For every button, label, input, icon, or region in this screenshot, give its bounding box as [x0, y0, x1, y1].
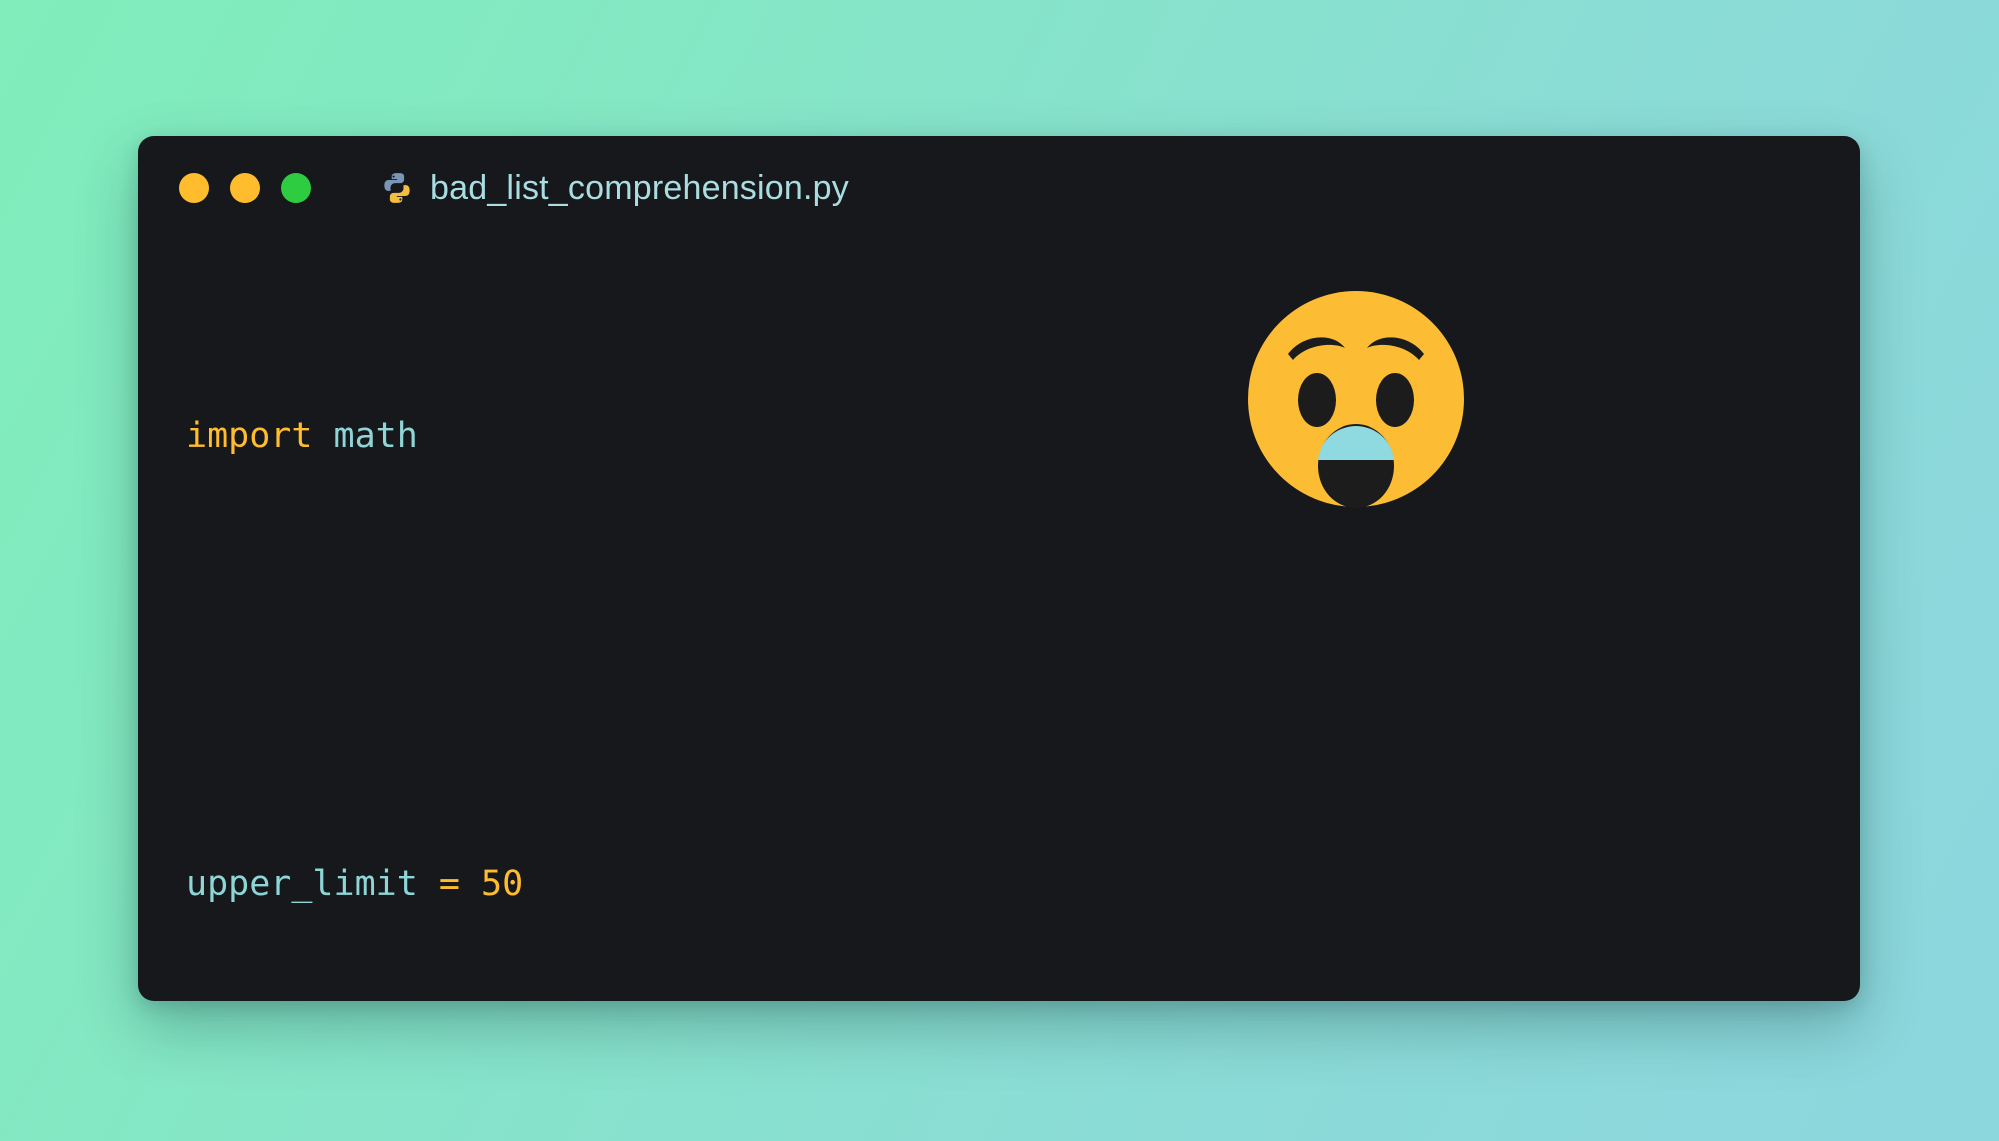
- code-line-blank-1: [138, 632, 1860, 688]
- window-title-group: bad_list_comprehension.py: [380, 169, 849, 208]
- token-import-keyword: import: [186, 416, 313, 456]
- token-upper-limit-name: upper_limit: [186, 864, 418, 904]
- minimize-button[interactable]: [230, 173, 260, 203]
- code-line-upper-limit: upper_limit = 50: [138, 856, 1860, 912]
- token-import-module: math: [312, 416, 418, 456]
- maximize-button[interactable]: [281, 173, 311, 203]
- window-title-text: bad_list_comprehension.py: [430, 168, 849, 207]
- code-content[interactable]: import math upper_limit = 50 primes = [x…: [138, 240, 1860, 1001]
- token-assign-operator: =: [417, 864, 482, 904]
- code-line-import: import math: [138, 408, 1860, 464]
- code-editor-window: bad_list_comprehension.py import math up…: [138, 136, 1860, 1001]
- window-controls: [179, 173, 311, 203]
- token-upper-limit-value: 50: [481, 864, 524, 904]
- window-titlebar: bad_list_comprehension.py: [138, 136, 1860, 240]
- python-logo-icon: [380, 171, 414, 205]
- close-button[interactable]: [179, 173, 209, 203]
- screenshot-canvas: bad_list_comprehension.py import math up…: [0, 0, 1999, 1141]
